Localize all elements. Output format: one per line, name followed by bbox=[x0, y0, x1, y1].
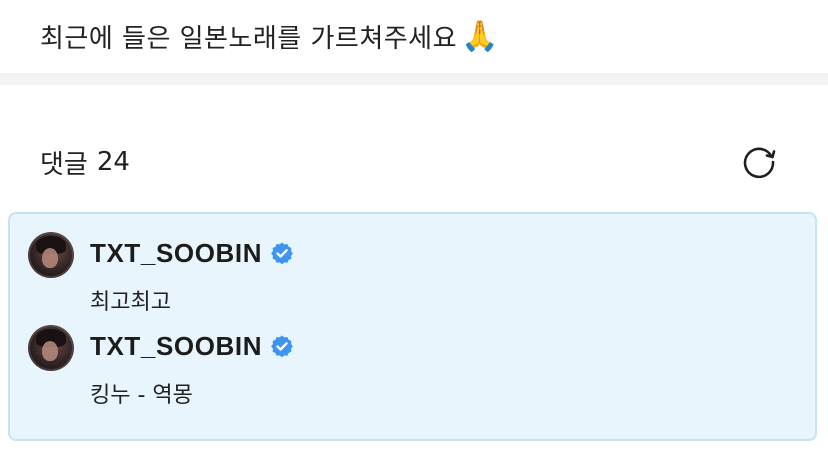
comment-author: TXT_SOOBIN bbox=[90, 236, 294, 270]
username[interactable]: TXT_SOOBIN bbox=[90, 331, 262, 362]
username[interactable]: TXT_SOOBIN bbox=[90, 238, 262, 269]
highlighted-comments: TXT_SOOBIN 최고최고 TXT_SOOBIN 킹누 - 역몽 bbox=[8, 212, 817, 441]
comment-author: TXT_SOOBIN bbox=[90, 329, 294, 363]
comments-count: 24 bbox=[96, 147, 130, 177]
verified-badge-icon bbox=[270, 334, 294, 358]
comment-item[interactable]: TXT_SOOBIN 최고최고 bbox=[28, 232, 788, 322]
comments-label: 댓글 bbox=[40, 149, 88, 180]
comment-text: 킹누 - 역몽 bbox=[90, 383, 193, 408]
post-title-text: 최근에 들은 일본노래를 가르쳐주세요 bbox=[40, 23, 458, 54]
folded-hands-emoji-icon: 🙏 bbox=[461, 18, 499, 54]
avatar[interactable] bbox=[28, 325, 74, 371]
post-title: 최근에 들은 일본노래를 가르쳐주세요 🙏 bbox=[40, 12, 499, 60]
comment-text: 최고최고 bbox=[90, 290, 171, 315]
avatar[interactable] bbox=[28, 232, 74, 278]
section-divider bbox=[0, 73, 828, 85]
comments-header: 댓글 24 bbox=[40, 142, 130, 182]
verified-badge-icon bbox=[270, 241, 294, 265]
post-page: 최근에 들은 일본노래를 가르쳐주세요 🙏 댓글 24 TXT_SOOBIN 최… bbox=[0, 0, 828, 451]
refresh-icon bbox=[743, 147, 776, 179]
comment-item[interactable]: TXT_SOOBIN 킹누 - 역몽 bbox=[28, 325, 788, 415]
refresh-button[interactable] bbox=[738, 142, 780, 182]
